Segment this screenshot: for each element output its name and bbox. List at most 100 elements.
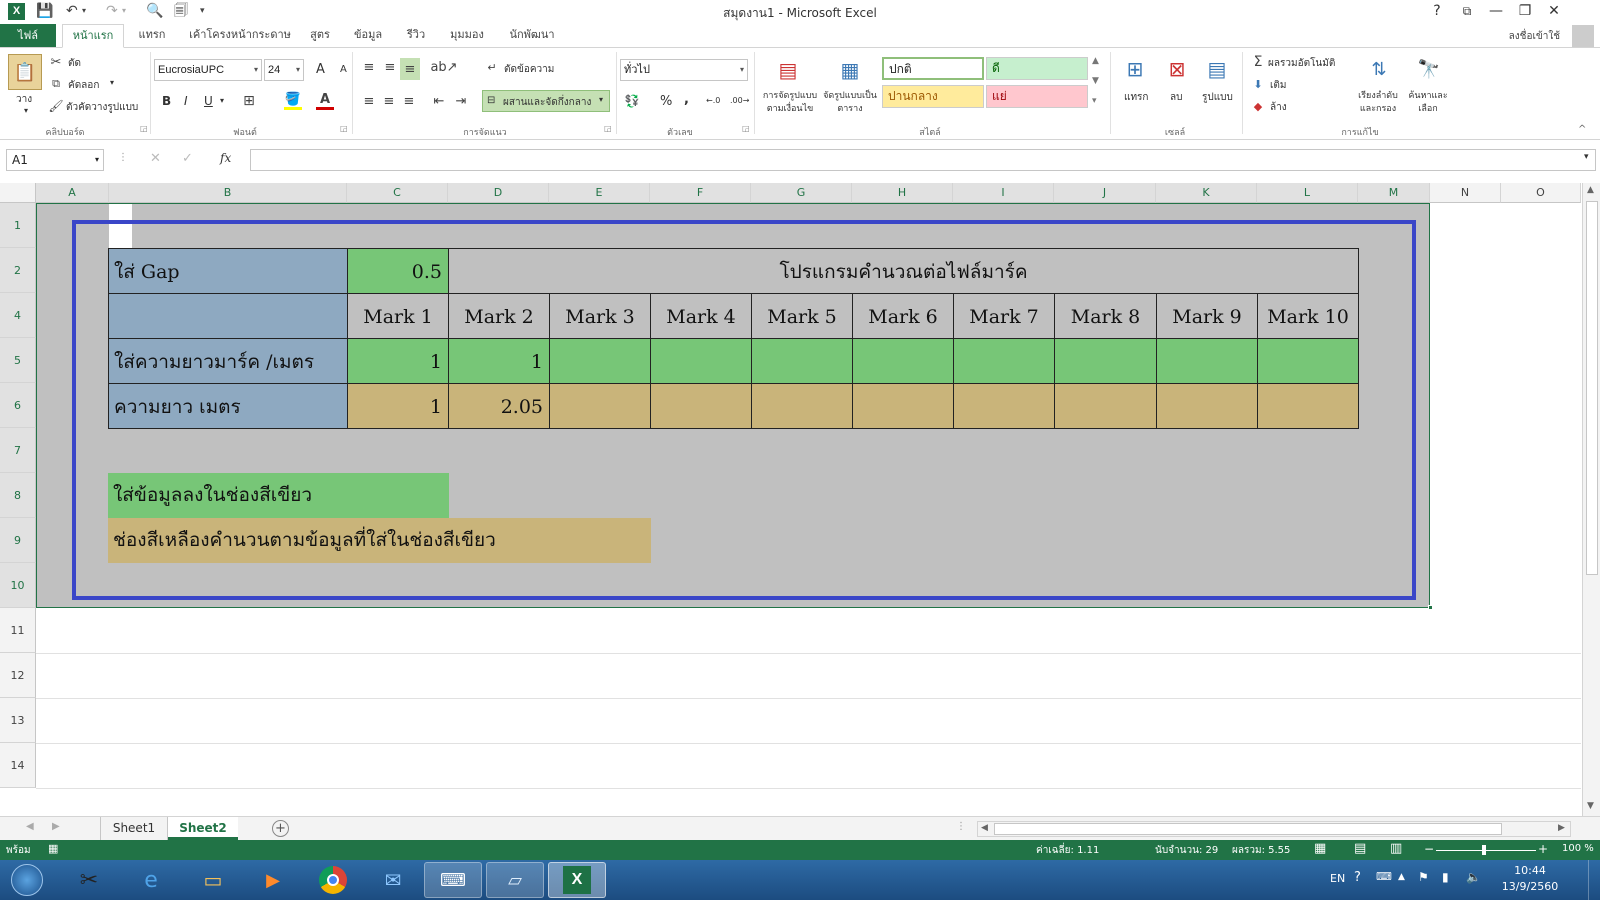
formula-input[interactable] xyxy=(250,149,1596,171)
enter-formula-button[interactable]: ✓ xyxy=(182,151,193,166)
zoom-in-button[interactable]: + xyxy=(1538,842,1548,856)
cut-button[interactable]: ตัด xyxy=(68,56,81,71)
fill-icon[interactable]: ⬇ xyxy=(1250,76,1266,92)
mark-header-cell[interactable]: Mark 1 xyxy=(347,293,449,339)
taskbar-notepad-icon[interactable]: ▱ xyxy=(486,862,544,898)
name-box[interactable]: A1 ▾ xyxy=(6,149,104,171)
mark-header-cell[interactable]: Mark 5 xyxy=(751,293,853,339)
taskbar-file-explorer-icon[interactable]: ▭ xyxy=(184,862,242,898)
length-result-cell[interactable] xyxy=(549,383,651,429)
expand-formula-bar-icon[interactable]: ▾ xyxy=(1584,152,1589,162)
column-header-i[interactable]: I xyxy=(953,183,1054,203)
find-select-icon[interactable]: 🔭 xyxy=(1414,54,1444,84)
normal-view-icon[interactable]: ▦ xyxy=(1314,841,1326,856)
mark-length-input-cell[interactable]: 1 xyxy=(448,338,550,384)
styles-more-icon[interactable]: ▾ xyxy=(1092,96,1097,106)
tab-home[interactable]: หน้าแรก xyxy=(62,24,124,48)
align-top-icon[interactable]: ≡ xyxy=(360,58,378,76)
tab-developer[interactable]: นักพัฒนา xyxy=(500,24,564,48)
mark-length-input-cell[interactable] xyxy=(1257,338,1359,384)
length-result-cell[interactable] xyxy=(1156,383,1258,429)
column-header-a[interactable]: A xyxy=(36,183,109,203)
scroll-right-icon[interactable]: ▶ xyxy=(1558,823,1565,833)
length-result-cell[interactable]: 1 xyxy=(347,383,449,429)
minimize-button[interactable]: — xyxy=(1483,1,1509,21)
column-header-o[interactable]: O xyxy=(1501,183,1581,203)
length-result-cell[interactable] xyxy=(1054,383,1157,429)
tab-data[interactable]: ข้อมูล xyxy=(346,24,390,48)
length-result-cell[interactable] xyxy=(650,383,752,429)
number-launcher-icon[interactable]: ◲ xyxy=(742,124,750,133)
mark-length-input-cell[interactable] xyxy=(852,338,954,384)
row-header-1[interactable]: 1 xyxy=(0,203,36,248)
fill-handle[interactable] xyxy=(1428,605,1433,610)
language-indicator[interactable]: EN xyxy=(1330,872,1345,885)
increase-decimal-icon[interactable]: ←.0 xyxy=(706,96,720,105)
row-header-7[interactable]: 7 xyxy=(0,428,36,473)
mark-length-input-cell[interactable] xyxy=(650,338,752,384)
next-sheet-icon[interactable]: ▶ xyxy=(52,821,60,832)
autosum-button[interactable]: ผลรวมอัตโนมัติ xyxy=(1268,56,1335,71)
row-header-12[interactable]: 12 xyxy=(0,653,36,698)
mark-header-cell[interactable]: Mark 2 xyxy=(448,293,550,339)
alignment-launcher-icon[interactable]: ◲ xyxy=(604,124,612,133)
tab-review[interactable]: รีวิว xyxy=(396,24,436,48)
fill-color-icon[interactable]: 🪣 xyxy=(284,92,302,110)
column-header-k[interactable]: K xyxy=(1156,183,1257,203)
insert-cells-button[interactable]: แทรก xyxy=(1124,90,1148,105)
mark-header-cell[interactable]: Mark 8 xyxy=(1054,293,1157,339)
taskbar-snipping-tool-icon[interactable]: ✂ xyxy=(60,862,118,898)
row-header-4[interactable]: 4 xyxy=(0,293,36,338)
column-header-f[interactable]: F xyxy=(650,183,751,203)
page-layout-view-icon[interactable]: ▤ xyxy=(1354,841,1366,856)
decrease-decimal-icon[interactable]: .00→ xyxy=(730,96,749,105)
wrap-text-button[interactable]: ตัดข้อความ xyxy=(504,62,554,77)
cancel-formula-button[interactable]: ✕ xyxy=(150,151,161,166)
length-result-cell[interactable] xyxy=(852,383,954,429)
help-tray-icon[interactable]: ? xyxy=(1354,870,1361,885)
mark-length-input-cell[interactable] xyxy=(751,338,853,384)
borders-icon[interactable]: ⊞ xyxy=(240,92,258,110)
format-cells-button[interactable]: รูปแบบ xyxy=(1202,90,1233,105)
taskbar-excel-icon[interactable]: X xyxy=(548,862,606,898)
cut-icon[interactable]: ✂ xyxy=(48,54,64,70)
show-desktop-button[interactable] xyxy=(1588,860,1600,900)
row-header-2[interactable]: 2 xyxy=(0,248,36,293)
column-header-d[interactable]: D xyxy=(448,183,549,203)
taskbar-thunderbird-icon[interactable]: ✉ xyxy=(364,862,422,898)
format-as-table-button[interactable]: จัดรูปแบบเป็นตาราง xyxy=(822,90,878,116)
length-result-cell[interactable] xyxy=(953,383,1055,429)
percent-style-button[interactable]: % xyxy=(660,94,672,109)
copy-icon[interactable]: ⧉ xyxy=(48,76,64,92)
insert-function-button[interactable]: fx xyxy=(220,151,231,165)
taskbar-internet-explorer-icon[interactable]: e xyxy=(122,862,180,898)
zoom-slider[interactable] xyxy=(1436,850,1536,851)
paste-icon[interactable]: 📋 xyxy=(8,54,42,90)
format-cells-icon[interactable]: ▤ xyxy=(1202,54,1232,84)
mark-header-cell[interactable]: Mark 9 xyxy=(1156,293,1258,339)
bold-button[interactable]: B xyxy=(162,94,171,108)
network-tray-icon[interactable]: ▮ xyxy=(1442,870,1449,884)
length-result-cell[interactable] xyxy=(1257,383,1359,429)
format-painter-button[interactable]: ตัวคัดวางรูปแบบ xyxy=(66,100,138,115)
tab-view[interactable]: มุมมอง xyxy=(442,24,492,48)
align-right-icon[interactable]: ≡ xyxy=(400,92,418,110)
align-bottom-icon[interactable]: ≡ xyxy=(400,58,420,80)
tab-insert[interactable]: แทรก xyxy=(128,24,176,48)
style-bad[interactable]: แย่ xyxy=(986,85,1088,108)
taskbar-media-player-icon[interactable]: ▶ xyxy=(244,862,302,898)
taskbar-chrome-icon[interactable] xyxy=(304,862,362,898)
font-launcher-icon[interactable]: ◲ xyxy=(340,124,348,133)
user-avatar[interactable] xyxy=(1572,25,1594,47)
gap-value-cell[interactable]: 0.5 xyxy=(347,248,449,294)
font-name-select[interactable]: EucrosiaUPC ▾ xyxy=(154,59,262,81)
grow-font-button[interactable]: A xyxy=(316,62,325,77)
column-header-l[interactable]: L xyxy=(1257,183,1358,203)
wrap-text-icon[interactable]: ↵ xyxy=(484,58,500,76)
system-clock[interactable]: 10:44 13/9/2560 xyxy=(1494,863,1566,895)
vertical-scroll-thumb[interactable] xyxy=(1586,201,1598,575)
row-header-11[interactable]: 11 xyxy=(0,608,36,653)
tab-file[interactable]: ไฟล์ xyxy=(0,24,56,48)
mark-header-cell[interactable]: Mark 6 xyxy=(852,293,954,339)
show-hidden-icons-icon[interactable]: ▲ xyxy=(1398,872,1405,882)
